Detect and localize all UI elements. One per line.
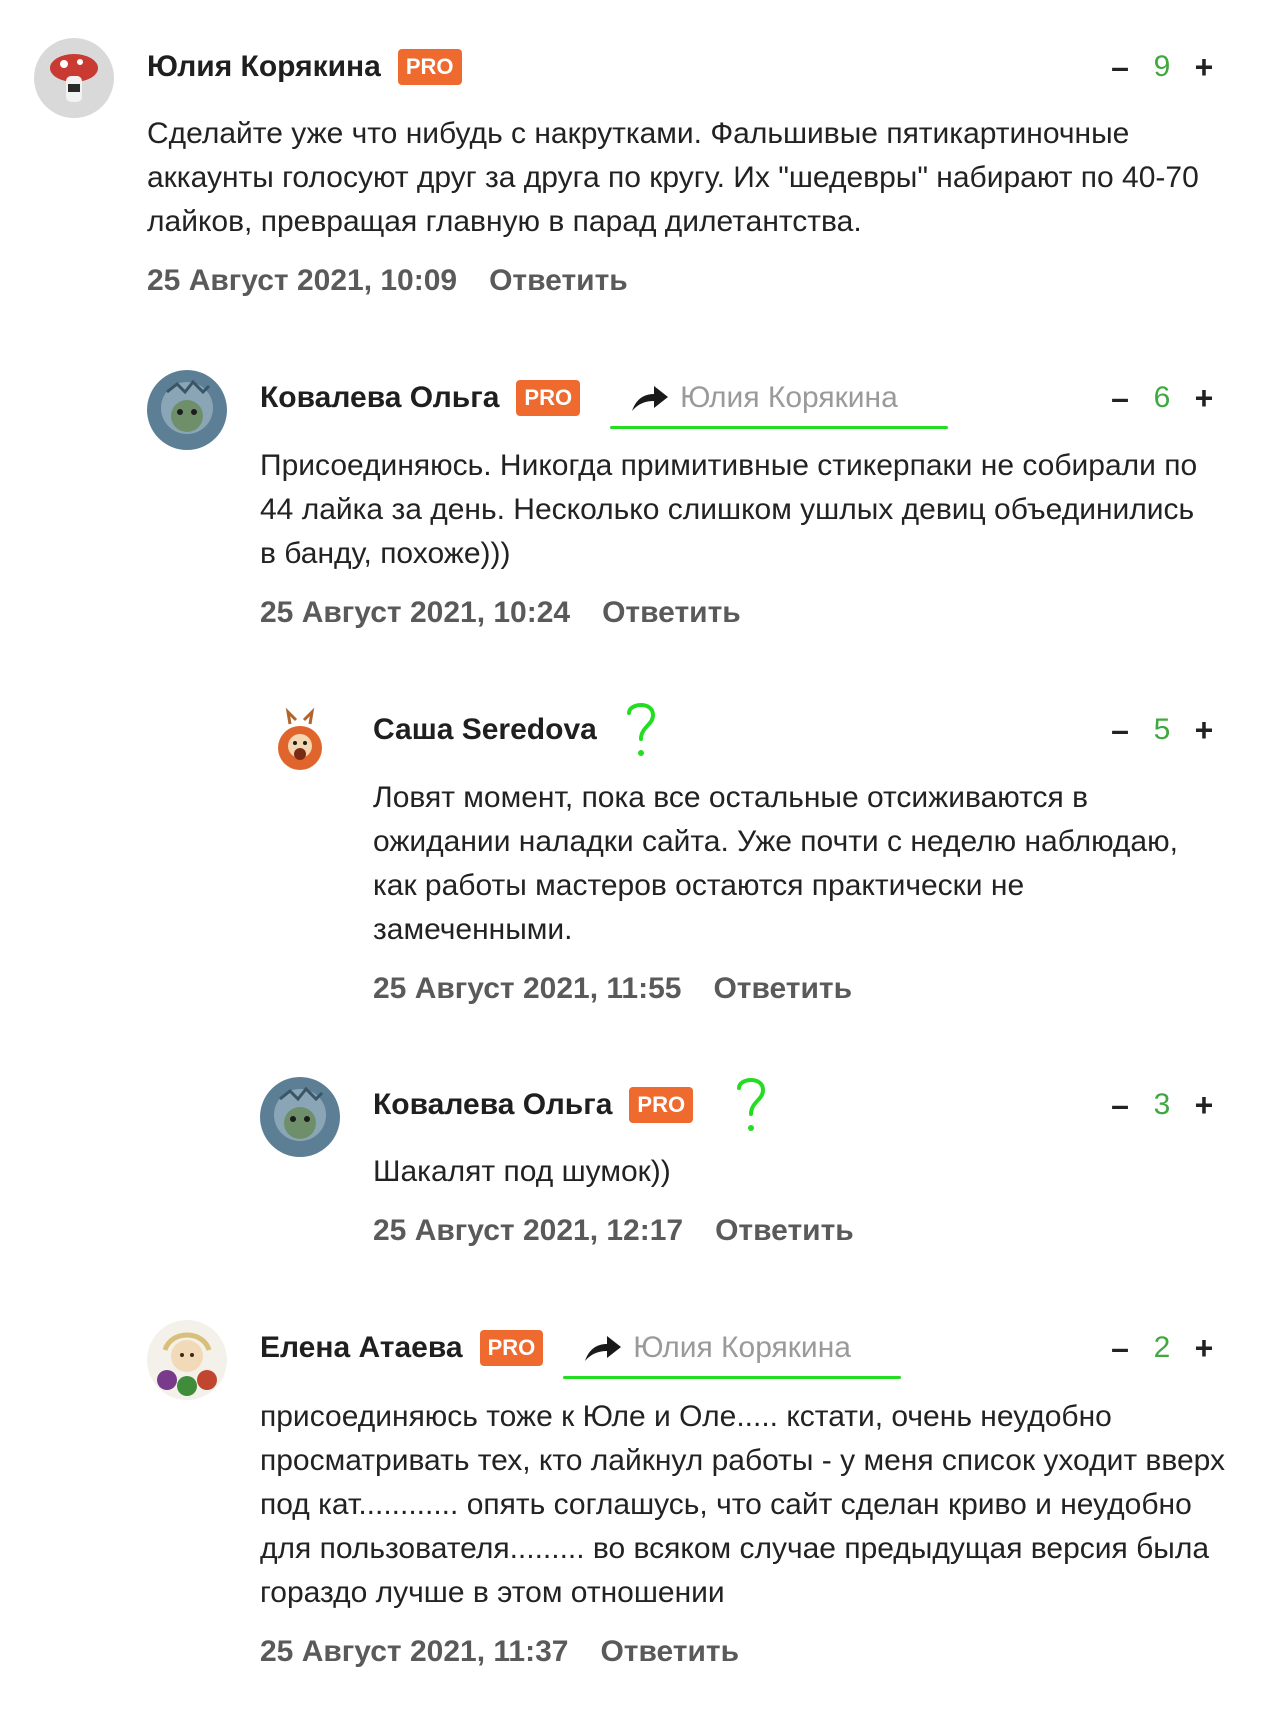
upvote-button[interactable]: + bbox=[1191, 380, 1217, 417]
question-mark-icon bbox=[737, 1078, 766, 1131]
pro-badge: PRO bbox=[397, 49, 462, 85]
avatar[interactable] bbox=[147, 1320, 227, 1400]
pro-badge: PRO bbox=[479, 1330, 544, 1366]
downvote-button[interactable]: – bbox=[1107, 1330, 1133, 1367]
comment-meta: 25 Август 2021, 12:17 Ответить bbox=[373, 1214, 854, 1248]
reply-to-link[interactable]: Юлия Корякина bbox=[610, 381, 948, 429]
avatar[interactable] bbox=[260, 702, 340, 782]
upvote-button[interactable]: + bbox=[1191, 49, 1217, 86]
comment-header: Елена Атаева PRO Юлия Корякина bbox=[260, 1323, 901, 1379]
reply-button[interactable]: Ответить bbox=[600, 1635, 739, 1669]
author-name[interactable]: Ковалева Ольга bbox=[373, 1088, 612, 1122]
avatar[interactable] bbox=[34, 38, 114, 118]
comment-meta: 25 Август 2021, 10:09 Ответить bbox=[147, 264, 628, 298]
reply-button[interactable]: Ответить bbox=[715, 1214, 854, 1248]
vote-controls: – 6 + bbox=[1107, 373, 1217, 423]
vote-controls: – 5 + bbox=[1107, 705, 1217, 755]
vote-score: 9 bbox=[1153, 50, 1171, 83]
vote-controls: – 3 + bbox=[1107, 1080, 1217, 1130]
vote-score: 6 bbox=[1153, 381, 1171, 414]
reply-to-link[interactable]: Юлия Корякина bbox=[563, 1331, 901, 1379]
comment-header: Ковалева Ольга PRO bbox=[373, 1078, 769, 1131]
comment-date: 25 Август 2021, 12:17 bbox=[373, 1214, 684, 1247]
comment-text: Ловят момент, пока все остальные отсижив… bbox=[373, 781, 1178, 946]
comment-meta: 25 Август 2021, 11:55 Ответить bbox=[373, 972, 852, 1006]
downvote-button[interactable]: – bbox=[1107, 380, 1133, 417]
reply-button[interactable]: Ответить bbox=[489, 264, 628, 298]
comment-text: Сделайте уже что нибудь с накрутками. Фа… bbox=[147, 117, 1199, 238]
avatar[interactable] bbox=[147, 370, 227, 450]
comment-header: Ковалева Ольга PRO Юлия Корякина bbox=[260, 373, 948, 429]
annotation-underline bbox=[563, 1376, 901, 1379]
comment-meta: 25 Август 2021, 11:37 Ответить bbox=[260, 1635, 739, 1669]
vote-controls: – 9 + bbox=[1107, 42, 1217, 92]
comment-date: 25 Август 2021, 11:37 bbox=[260, 1635, 569, 1668]
comment-date: 25 Август 2021, 11:55 bbox=[373, 972, 682, 1005]
downvote-button[interactable]: – bbox=[1107, 1087, 1133, 1124]
downvote-button[interactable]: – bbox=[1107, 49, 1133, 86]
reply-arrow-icon bbox=[585, 1336, 622, 1361]
reply-button[interactable]: Ответить bbox=[713, 972, 852, 1006]
reply-to-name: Юлия Корякина bbox=[680, 381, 898, 414]
upvote-button[interactable]: + bbox=[1191, 1330, 1217, 1367]
upvote-button[interactable]: + bbox=[1191, 712, 1217, 749]
comment-date: 25 Август 2021, 10:09 bbox=[147, 264, 458, 297]
comment-text: Шакалят под шумок)) bbox=[373, 1155, 671, 1188]
comment-header: Юлия Корякина PRO bbox=[147, 42, 462, 92]
author-name[interactable]: Юлия Корякина bbox=[147, 50, 381, 84]
downvote-button[interactable]: – bbox=[1107, 712, 1133, 749]
pro-badge: PRO bbox=[516, 380, 581, 416]
reply-button[interactable]: Ответить bbox=[602, 596, 741, 630]
comment-date: 25 Август 2021, 10:24 bbox=[260, 596, 571, 629]
comment-header: Саша Seredova bbox=[373, 703, 659, 756]
avatar[interactable] bbox=[260, 1077, 340, 1157]
vote-score: 3 bbox=[1153, 1088, 1171, 1121]
annotation-underline bbox=[610, 426, 948, 429]
question-mark-icon bbox=[626, 703, 655, 756]
vote-score: 5 bbox=[1153, 713, 1171, 746]
author-name[interactable]: Ковалева Ольга bbox=[260, 381, 499, 415]
comment-text: присоединяюсь тоже к Юле и Оле..... кста… bbox=[260, 1400, 1225, 1609]
reply-arrow-icon bbox=[632, 386, 669, 411]
pro-badge: PRO bbox=[629, 1087, 694, 1123]
author-name[interactable]: Елена Атаева bbox=[260, 1331, 463, 1365]
reply-to-name: Юлия Корякина bbox=[633, 1331, 851, 1364]
vote-score: 2 bbox=[1153, 1331, 1171, 1364]
comment-meta: 25 Август 2021, 10:24 Ответить bbox=[260, 596, 741, 630]
upvote-button[interactable]: + bbox=[1191, 1087, 1217, 1124]
vote-controls: – 2 + bbox=[1107, 1323, 1217, 1373]
comment-text: Присоединяюсь. Никогда примитивные стике… bbox=[260, 449, 1198, 570]
author-name[interactable]: Саша Seredova bbox=[373, 713, 597, 747]
